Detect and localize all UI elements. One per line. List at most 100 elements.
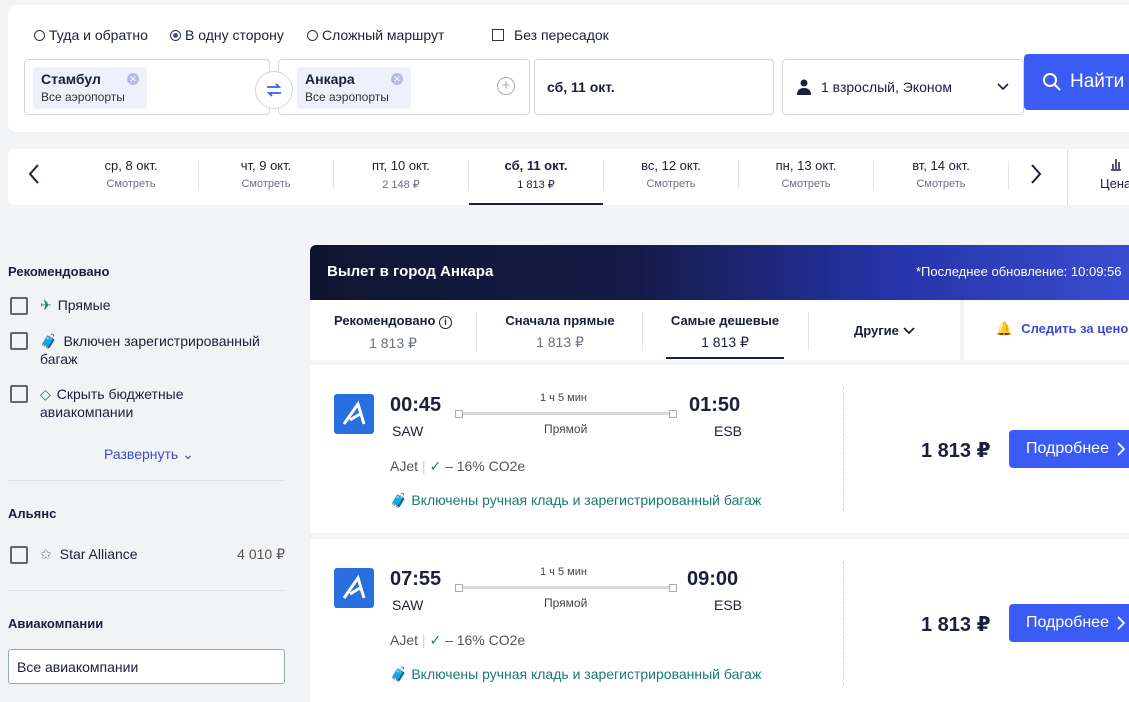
flight-card[interactable]: 00:45 SAW 1 ч 5 мин Прямой 01:50 ESB AJe… <box>310 365 1129 533</box>
trip-type-roundtrip[interactable]: Туда и обратно <box>34 27 148 43</box>
airlines-select[interactable]: Все авиакомпании <box>8 649 285 684</box>
arrival-airport: ESB <box>714 597 743 613</box>
baggage-info: 🧳 Включены ручная кладь и зарегистрирова… <box>390 666 762 682</box>
chevron-down-icon: ⌄ <box>178 446 194 462</box>
sort-tabs: Рекомендовано i 1 813 ₽ Сначала прямые 1… <box>310 300 1129 360</box>
date-cell[interactable]: чт, 9 окт. Смотреть <box>199 149 333 205</box>
arrival-airport: ESB <box>714 423 743 439</box>
sort-other-dropdown[interactable]: Другие <box>854 323 915 338</box>
chevron-right-icon <box>1117 442 1125 456</box>
departure-time: 07:55 <box>390 568 442 590</box>
origin-chip: Стамбул Все аэропорты ✕ <box>33 67 147 109</box>
recommended-title: Рекомендовано <box>8 264 110 279</box>
bell-icon: 🔔 <box>996 321 1013 336</box>
details-button[interactable]: Подробнее <box>1009 604 1129 642</box>
clear-origin-icon[interactable]: ✕ <box>127 73 139 85</box>
clear-destination-icon[interactable]: ✕ <box>391 73 403 85</box>
trip-type-multicity[interactable]: Сложный маршрут <box>307 27 444 43</box>
arrival-time: 01:50 <box>689 394 741 416</box>
checkbox-icon <box>492 29 504 41</box>
passengers-select[interactable]: 1 взрослый, Эконом <box>782 59 1024 115</box>
date-cell-selected[interactable]: сб, 11 окт. 1 813 ₽ <box>469 149 603 205</box>
destination-field[interactable]: Анкара Все аэропорты ✕ + <box>278 59 530 115</box>
sort-cheapest[interactable]: Самые дешевые 1 813 ₽ <box>666 313 784 359</box>
check-icon: ✓ <box>429 458 442 474</box>
check-icon: ✓ <box>429 632 442 648</box>
flight-price: 1 813 ₽ <box>921 614 991 636</box>
search-icon <box>1043 73 1061 91</box>
date-cell[interactable]: пн, 13 окт. Смотреть <box>739 149 873 205</box>
date-cell[interactable]: пт, 10 окт. 2 148 ₽ <box>334 149 468 205</box>
swap-cities-button[interactable] <box>255 71 293 109</box>
flight-type: Прямой <box>544 422 588 436</box>
bar-chart-icon <box>1110 159 1121 171</box>
route-line <box>455 584 677 592</box>
find-button[interactable]: Найти <box>1024 54 1129 110</box>
plane-icon: ✈ <box>40 297 52 313</box>
results-banner: Вылет в город Анкара *Последнее обновлен… <box>310 245 1129 300</box>
radio-selected-icon <box>170 29 181 41</box>
next-dates-button[interactable] <box>1030 163 1042 191</box>
flight-type: Прямой <box>544 596 588 610</box>
airline-logo <box>334 568 374 608</box>
star-alliance-icon: ✩ <box>40 546 52 562</box>
airlines-title: Авиакомпании <box>8 616 104 631</box>
swap-icon <box>266 83 282 97</box>
checkbox[interactable] <box>10 297 28 315</box>
chevron-down-icon <box>997 78 1009 94</box>
origin-airports: Все аэропорты <box>41 90 125 104</box>
departure-airport: SAW <box>392 423 424 439</box>
filter-star-alliance[interactable]: ✩ Star Alliance 4 010 ₽ <box>10 546 285 564</box>
checkbox[interactable] <box>10 332 28 350</box>
date-strip: ср, 8 окт. Смотреть чт, 9 окт. Смотреть пт… <box>8 149 1129 205</box>
flight-card[interactable]: 07:55 SAW 1 ч 5 мин Прямой 09:00 ESB AJe… <box>310 539 1129 702</box>
prev-dates-button[interactable] <box>28 163 40 191</box>
departure-time: 00:45 <box>390 394 442 416</box>
tag-icon: ◇ <box>40 386 51 402</box>
nonstop-checkbox[interactable]: Без пересадок <box>492 27 609 43</box>
alliance-title: Альянс <box>8 506 57 521</box>
add-route-icon[interactable]: + <box>497 77 515 95</box>
destination-chip: Анкара Все аэропорты ✕ <box>297 67 411 109</box>
destination-airports: Все аэропорты <box>305 90 389 104</box>
details-button[interactable]: Подробнее <box>1009 430 1129 468</box>
airline-meta: AJet | ✓ – 16% CO2e <box>390 458 526 474</box>
airline-meta: AJet | ✓ – 16% CO2e <box>390 632 526 648</box>
filter-direct[interactable]: ✈ Прямые <box>10 297 110 315</box>
luggage-icon: 🧳 <box>40 333 58 349</box>
date-cell[interactable]: вт, 14 окт. Смотреть <box>874 149 1008 205</box>
passengers-value: 1 взрослый, Эконом <box>821 79 953 95</box>
sort-direct-first[interactable]: Сначала прямые 1 813 ₽ <box>500 313 620 351</box>
radio-icon <box>34 29 45 41</box>
track-price-button[interactable]: 🔔 Следить за ценой <box>996 321 1129 337</box>
departure-airport: SAW <box>392 597 424 613</box>
trip-type-oneway[interactable]: В одну сторону <box>170 27 284 43</box>
origin-field[interactable]: Стамбул Все аэропорты ✕ <box>24 59 270 115</box>
chevron-right-icon <box>1117 616 1125 630</box>
expand-link[interactable]: Развернуть ⌄ <box>104 446 194 463</box>
baggage-info: 🧳 Включены ручная кладь и зарегистрирова… <box>390 492 762 508</box>
duration: 1 ч 5 мин <box>540 566 587 578</box>
destination-city: Анкара <box>305 71 355 87</box>
route-line <box>455 410 677 418</box>
last-update: *Последнее обновление: 10:09:56 <box>916 264 1122 279</box>
date-cell[interactable]: вс, 12 окт. Смотреть <box>604 149 738 205</box>
price-chart-button[interactable]: Цена <box>1100 157 1129 191</box>
sort-recommended[interactable]: Рекомендовано i 1 813 ₽ <box>332 313 454 352</box>
date-field[interactable]: сб, 11 окт. <box>534 59 774 115</box>
checkbox[interactable] <box>10 385 28 403</box>
origin-city: Стамбул <box>41 71 101 87</box>
date-cell[interactable]: ср, 8 окт. Смотреть <box>64 149 198 205</box>
filter-budget[interactable]: ◇ Скрыть бюджетные авиакомпании <box>10 385 210 421</box>
radio-icon <box>307 29 318 41</box>
airline-logo <box>334 394 374 434</box>
luggage-icon: 🧳 <box>390 492 408 508</box>
duration: 1 ч 5 мин <box>540 392 587 404</box>
chevron-down-icon <box>902 327 915 335</box>
person-icon <box>797 79 811 95</box>
checkbox[interactable] <box>10 546 28 564</box>
luggage-icon: 🧳 <box>390 666 408 682</box>
arrival-time: 09:00 <box>687 568 739 590</box>
filter-baggage[interactable]: 🧳 Включен зарегистрированный багаж <box>10 332 270 368</box>
banner-title: Вылет в город Анкара <box>327 263 494 280</box>
